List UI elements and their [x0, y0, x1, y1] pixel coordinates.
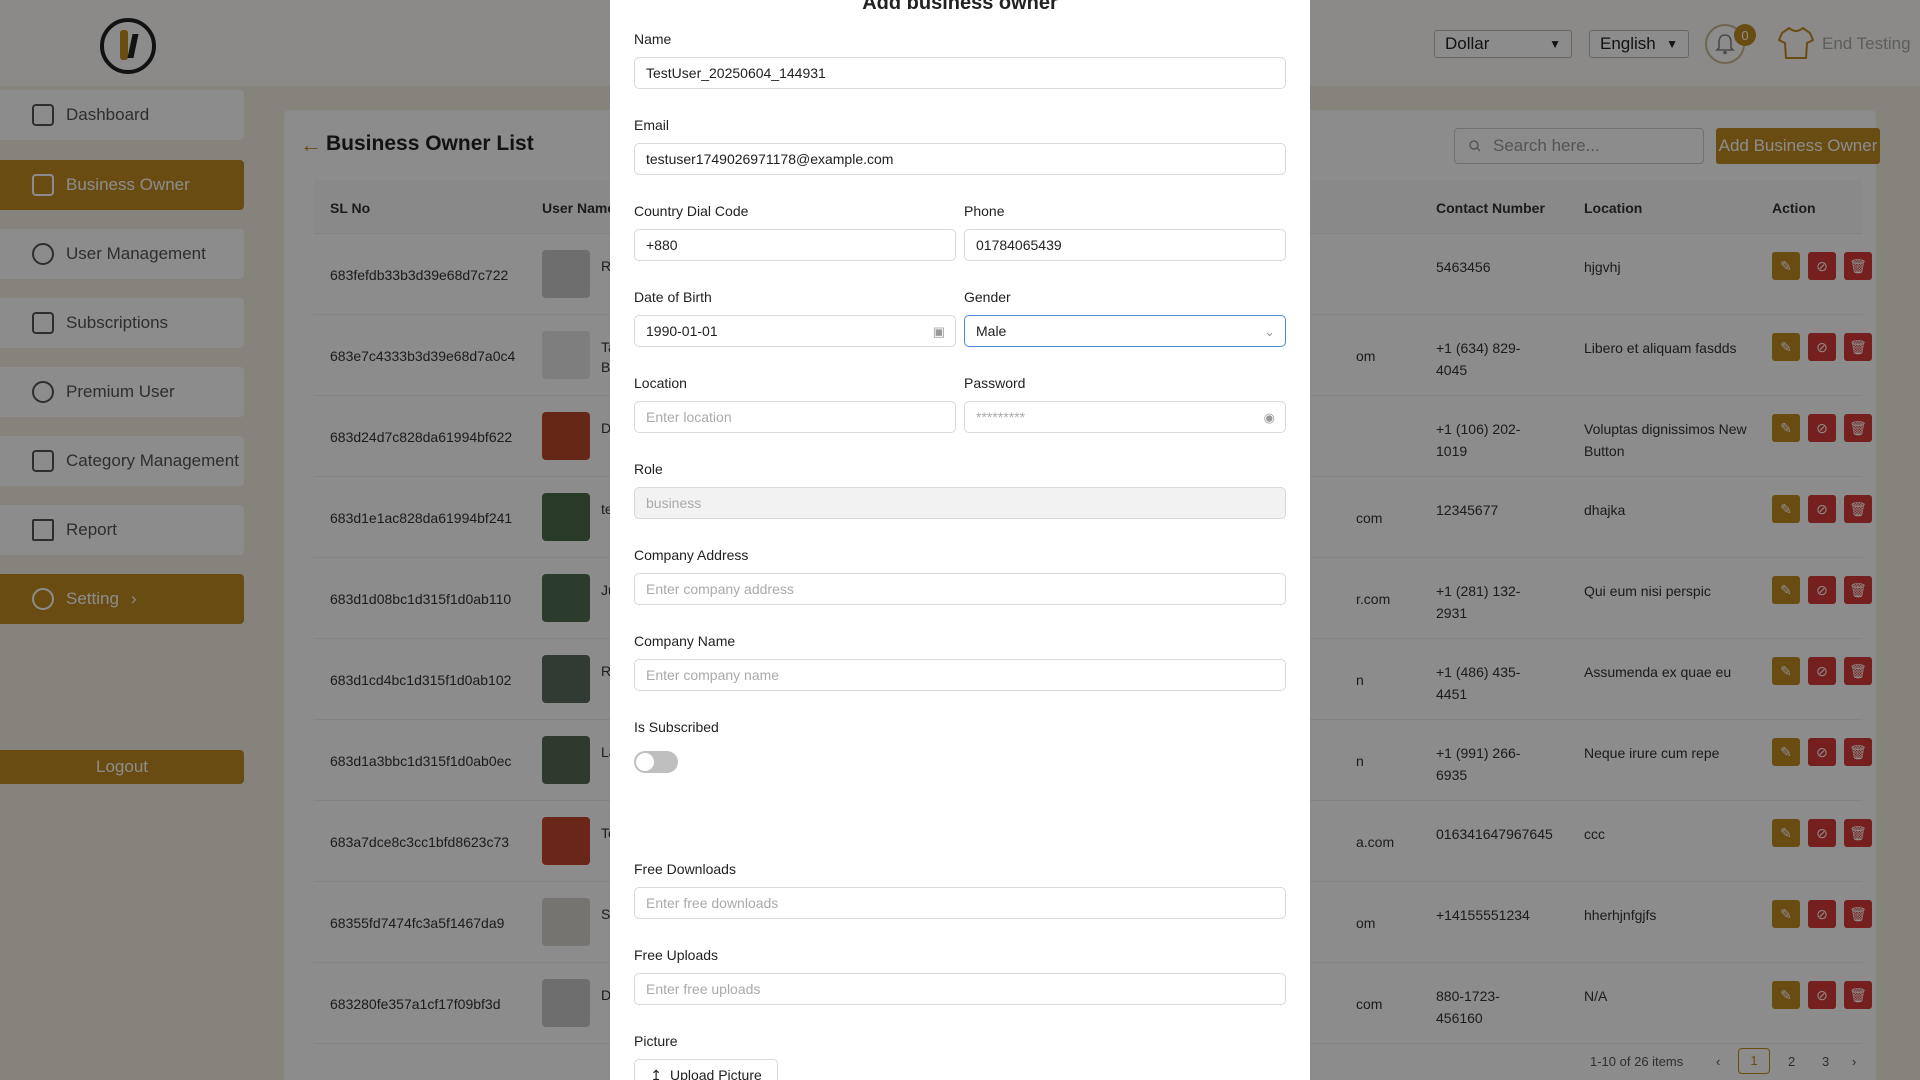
free-downloads-input[interactable]: Enter free downloads [634, 887, 1286, 919]
gender-select[interactable]: Male ⌄ [964, 315, 1286, 347]
location-input[interactable]: Enter location [634, 401, 956, 433]
name-label: Name [634, 31, 672, 47]
subscribed-toggle[interactable] [634, 751, 678, 773]
upload-picture-button[interactable]: ↥ Upload Picture [634, 1059, 778, 1080]
dob-input[interactable]: 1990-01-01 ▣ [634, 315, 956, 347]
location-label: Location [634, 375, 687, 391]
dial-code-input[interactable]: +880 [634, 229, 956, 261]
modal-title: Add business owner [862, 0, 1058, 14]
gender-value: Male [976, 323, 1007, 339]
add-business-owner-modal: Add business owner Name TestUser_2025060… [610, 0, 1310, 1080]
company-address-input[interactable]: Enter company address [634, 573, 1286, 605]
toggle-knob [636, 753, 654, 771]
dob-value: 1990-01-01 [646, 323, 718, 339]
company-name-input[interactable]: Enter company name [634, 659, 1286, 691]
name-input[interactable]: TestUser_20250604_144931 [634, 57, 1286, 89]
chevron-down-icon: ⌄ [1264, 324, 1275, 339]
free-uploads-input[interactable]: Enter free uploads [634, 973, 1286, 1005]
password-input[interactable]: ********* ◉ [964, 401, 1286, 433]
email-input[interactable]: testuser1749026971178@example.com [634, 143, 1286, 175]
company-name-label: Company Name [634, 633, 736, 649]
dob-label: Date of Birth [634, 289, 712, 305]
password-label: Password [964, 375, 1026, 391]
free-downloads-label: Free Downloads [634, 861, 736, 877]
company-address-label: Company Address [634, 547, 749, 563]
phone-input[interactable]: 01784065439 [964, 229, 1286, 261]
role-label: Role [634, 461, 663, 477]
phone-label: Phone [964, 203, 1005, 219]
password-value: ********* [976, 409, 1026, 425]
email-label: Email [634, 117, 670, 133]
upload-icon: ↥ [650, 1066, 662, 1080]
gender-label: Gender [964, 289, 1011, 305]
role-input: business [634, 487, 1286, 519]
dial-code-label: Country Dial Code [634, 203, 749, 219]
calendar-icon[interactable]: ▣ [933, 324, 945, 340]
picture-label: Picture [634, 1033, 678, 1049]
upload-picture-label: Upload Picture [669, 1067, 762, 1080]
free-uploads-label: Free Uploads [634, 947, 719, 963]
eye-slash-icon[interactable]: ◉ [1264, 410, 1275, 426]
subscribed-label: Is Subscribed [634, 719, 719, 735]
